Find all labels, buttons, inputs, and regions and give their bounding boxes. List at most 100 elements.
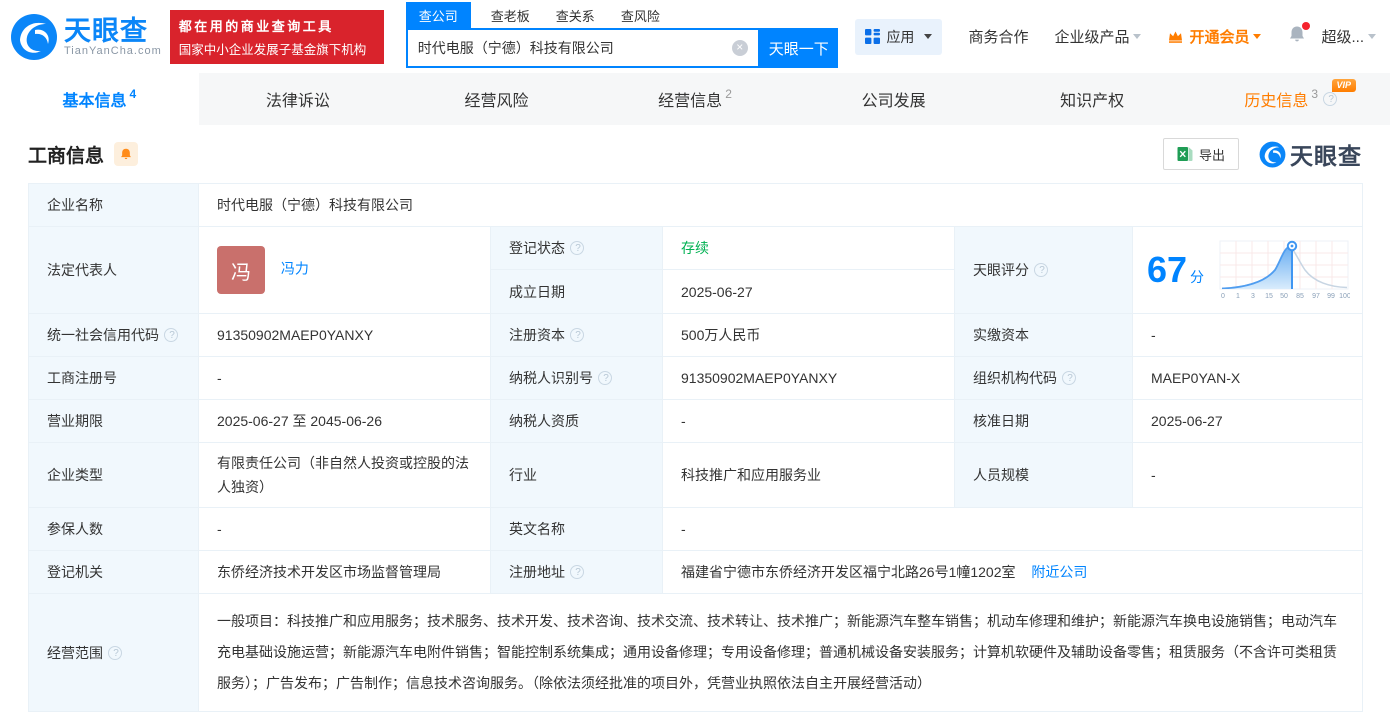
field-label: 注册地址 [509, 564, 565, 580]
field-value: 福建省宁德市东侨经济开发区福宁北路26号1幢1202室 [681, 564, 1016, 580]
nearby-companies-link[interactable]: 附近公司 [1031, 564, 1087, 580]
tab-basic-info[interactable]: 基本信息 4 [0, 73, 199, 125]
user-menu[interactable]: 超级... [1321, 26, 1376, 47]
brand-slogan-badge: 都在用的商业查询工具 国家中小企业发展子基金旗下机构 [169, 9, 384, 64]
field-value: - [217, 370, 222, 386]
table-row: 统一社会信用代码 91350902MAEP0YANXY 注册资本 500万人民币… [28, 313, 1364, 357]
search-tab-boss[interactable]: 查老板 [491, 2, 530, 29]
section-header: 工商信息 导出 天眼查 [28, 125, 1362, 183]
tab-legal-litigation[interactable]: 法律诉讼 [199, 73, 398, 125]
logo-swirl-icon [1259, 141, 1286, 167]
chevron-down-icon [1253, 34, 1262, 39]
apps-menu[interactable]: 应用 [855, 18, 943, 55]
tab-intellectual-property[interactable]: 知识产权 [993, 73, 1192, 125]
tyc-score: 67 分 0 1 3 15 50 85 97 99 100 [1147, 239, 1354, 301]
search-tab-company[interactable]: 查公司 [405, 1, 471, 29]
notification-dot [1302, 22, 1311, 30]
svg-text:97: 97 [1312, 293, 1320, 300]
help-icon[interactable] [1034, 263, 1049, 277]
field-label: 实缴资本 [973, 327, 1029, 343]
chevron-down-icon [924, 34, 933, 39]
excel-icon [1177, 147, 1193, 161]
nav-enterprise-product[interactable]: 企业级产品 [1054, 26, 1142, 47]
search-tab-risk[interactable]: 查风险 [621, 2, 660, 29]
search-tab-relation[interactable]: 查关系 [556, 2, 595, 29]
svg-text:85: 85 [1296, 293, 1304, 300]
tab-history-info[interactable]: VIP 历史信息 3 [1191, 73, 1390, 125]
field-label: 组织机构代码 [973, 370, 1057, 386]
tianyancha-logo[interactable]: 天眼查 TianYanCha.com [10, 13, 162, 61]
svg-text:3: 3 [1251, 293, 1255, 300]
search-area: 查公司 查老板 查关系 查风险 天眼一下 [405, 0, 838, 68]
field-value: 91350902MAEP0YANXY [217, 327, 374, 343]
logo-swirl-icon [11, 13, 57, 60]
tab-operation-info[interactable]: 经营信息 2 [596, 73, 795, 125]
business-info-table: 企业名称 时代电服（宁德）科技有限公司 法定代表人 冯 冯力 登记状态 存续 天… [28, 183, 1364, 712]
field-label: 纳税人资质 [509, 413, 579, 429]
table-row: 法定代表人 冯 冯力 登记状态 存续 天眼评分 67 分 [28, 226, 1364, 314]
field-value: 2025-06-27 [1151, 413, 1223, 429]
table-row: 参保人数 - 英文名称 - [28, 507, 1364, 551]
field-value: 2025-06-27 至 2045-06-26 [217, 413, 383, 429]
field-label: 工商注册号 [47, 370, 117, 386]
help-icon[interactable] [108, 645, 123, 660]
top-header: 天眼查 TianYanCha.com 都在用的商业查询工具 国家中小企业发展子基… [0, 0, 1390, 73]
help-icon[interactable] [598, 371, 613, 385]
field-label: 登记机关 [47, 564, 103, 580]
score-unit: 分 [1190, 269, 1205, 285]
nav-cooperation[interactable]: 商务合作 [968, 26, 1028, 47]
table-row: 企业类型 有限责任公司（非自然人投资或控股的法人独资） 行业 科技推广和应用服务… [28, 442, 1364, 508]
field-label: 登记状态 [509, 240, 565, 256]
svg-text:1: 1 [1236, 293, 1240, 300]
help-icon[interactable] [1323, 92, 1338, 106]
field-value: 91350902MAEP0YANXY [681, 370, 838, 386]
field-value: - [1151, 467, 1156, 483]
field-label: 纳税人识别号 [509, 370, 593, 386]
table-row: 工商注册号 - 纳税人识别号 91350902MAEP0YANXY 组织机构代码… [28, 356, 1364, 400]
legal-rep-avatar[interactable]: 冯 [217, 246, 265, 294]
watermark-logo: 天眼查 [1259, 137, 1362, 171]
help-icon[interactable] [570, 565, 585, 579]
field-label: 经营范围 [47, 644, 103, 661]
apps-label: 应用 [886, 28, 915, 45]
legal-rep-link[interactable]: 冯力 [281, 261, 309, 277]
slogan-line2: 国家中小企业发展子基金旗下机构 [178, 42, 367, 57]
clear-search-icon[interactable] [731, 40, 748, 56]
table-row: 经营范围 一般项目：科技推广和应用服务；技术服务、技术开发、技术咨询、技术交流、… [28, 593, 1364, 712]
app-grid-icon [865, 29, 881, 44]
tab-operation-risk[interactable]: 经营风险 [397, 73, 596, 125]
help-icon[interactable] [570, 241, 585, 255]
svg-text:50: 50 [1280, 293, 1288, 300]
monitor-bell-button[interactable] [114, 142, 139, 166]
status-badge: 存续 [681, 240, 709, 256]
help-icon[interactable] [164, 328, 179, 342]
notification-bell[interactable] [1287, 22, 1311, 49]
field-label: 企业名称 [47, 197, 103, 213]
table-row: 营业期限 2025-06-27 至 2045-06-26 纳税人资质 - 核准日… [28, 399, 1364, 443]
field-label: 企业类型 [47, 467, 103, 483]
field-label: 行业 [509, 467, 537, 483]
search-input[interactable] [417, 40, 732, 56]
tab-company-development[interactable]: 公司发展 [794, 73, 993, 125]
svg-text:15: 15 [1265, 293, 1273, 300]
field-value: 东侨经济技术开发区市场监督管理局 [217, 564, 441, 580]
field-value: - [217, 521, 222, 537]
company-page-tabs: 基本信息 4 法律诉讼 经营风险 经营信息 2 公司发展 知识产权 VIP 历史信息… [0, 73, 1390, 125]
chevron-down-icon [1368, 34, 1376, 39]
nav-open-vip[interactable]: 开通会员 [1167, 26, 1262, 47]
field-label: 核准日期 [973, 413, 1029, 429]
field-label: 天眼评分 [973, 262, 1029, 278]
chevron-down-icon [1133, 34, 1142, 39]
field-value: 科技推广和应用服务业 [681, 467, 821, 483]
search-button[interactable]: 天眼一下 [759, 28, 838, 68]
field-label: 成立日期 [509, 283, 565, 300]
company-name: 时代电服（宁德）科技有限公司 [217, 197, 413, 213]
logo-title: 天眼查 [64, 15, 148, 46]
export-button[interactable]: 导出 [1162, 138, 1239, 170]
help-icon[interactable] [1062, 371, 1077, 385]
logo-subtitle: TianYanCha.com [64, 44, 162, 57]
help-icon[interactable] [570, 328, 585, 342]
field-value: 有限责任公司（非自然人投资或控股的法人独资） [217, 455, 469, 495]
bell-icon [121, 148, 131, 160]
score-value: 67 [1147, 249, 1188, 290]
